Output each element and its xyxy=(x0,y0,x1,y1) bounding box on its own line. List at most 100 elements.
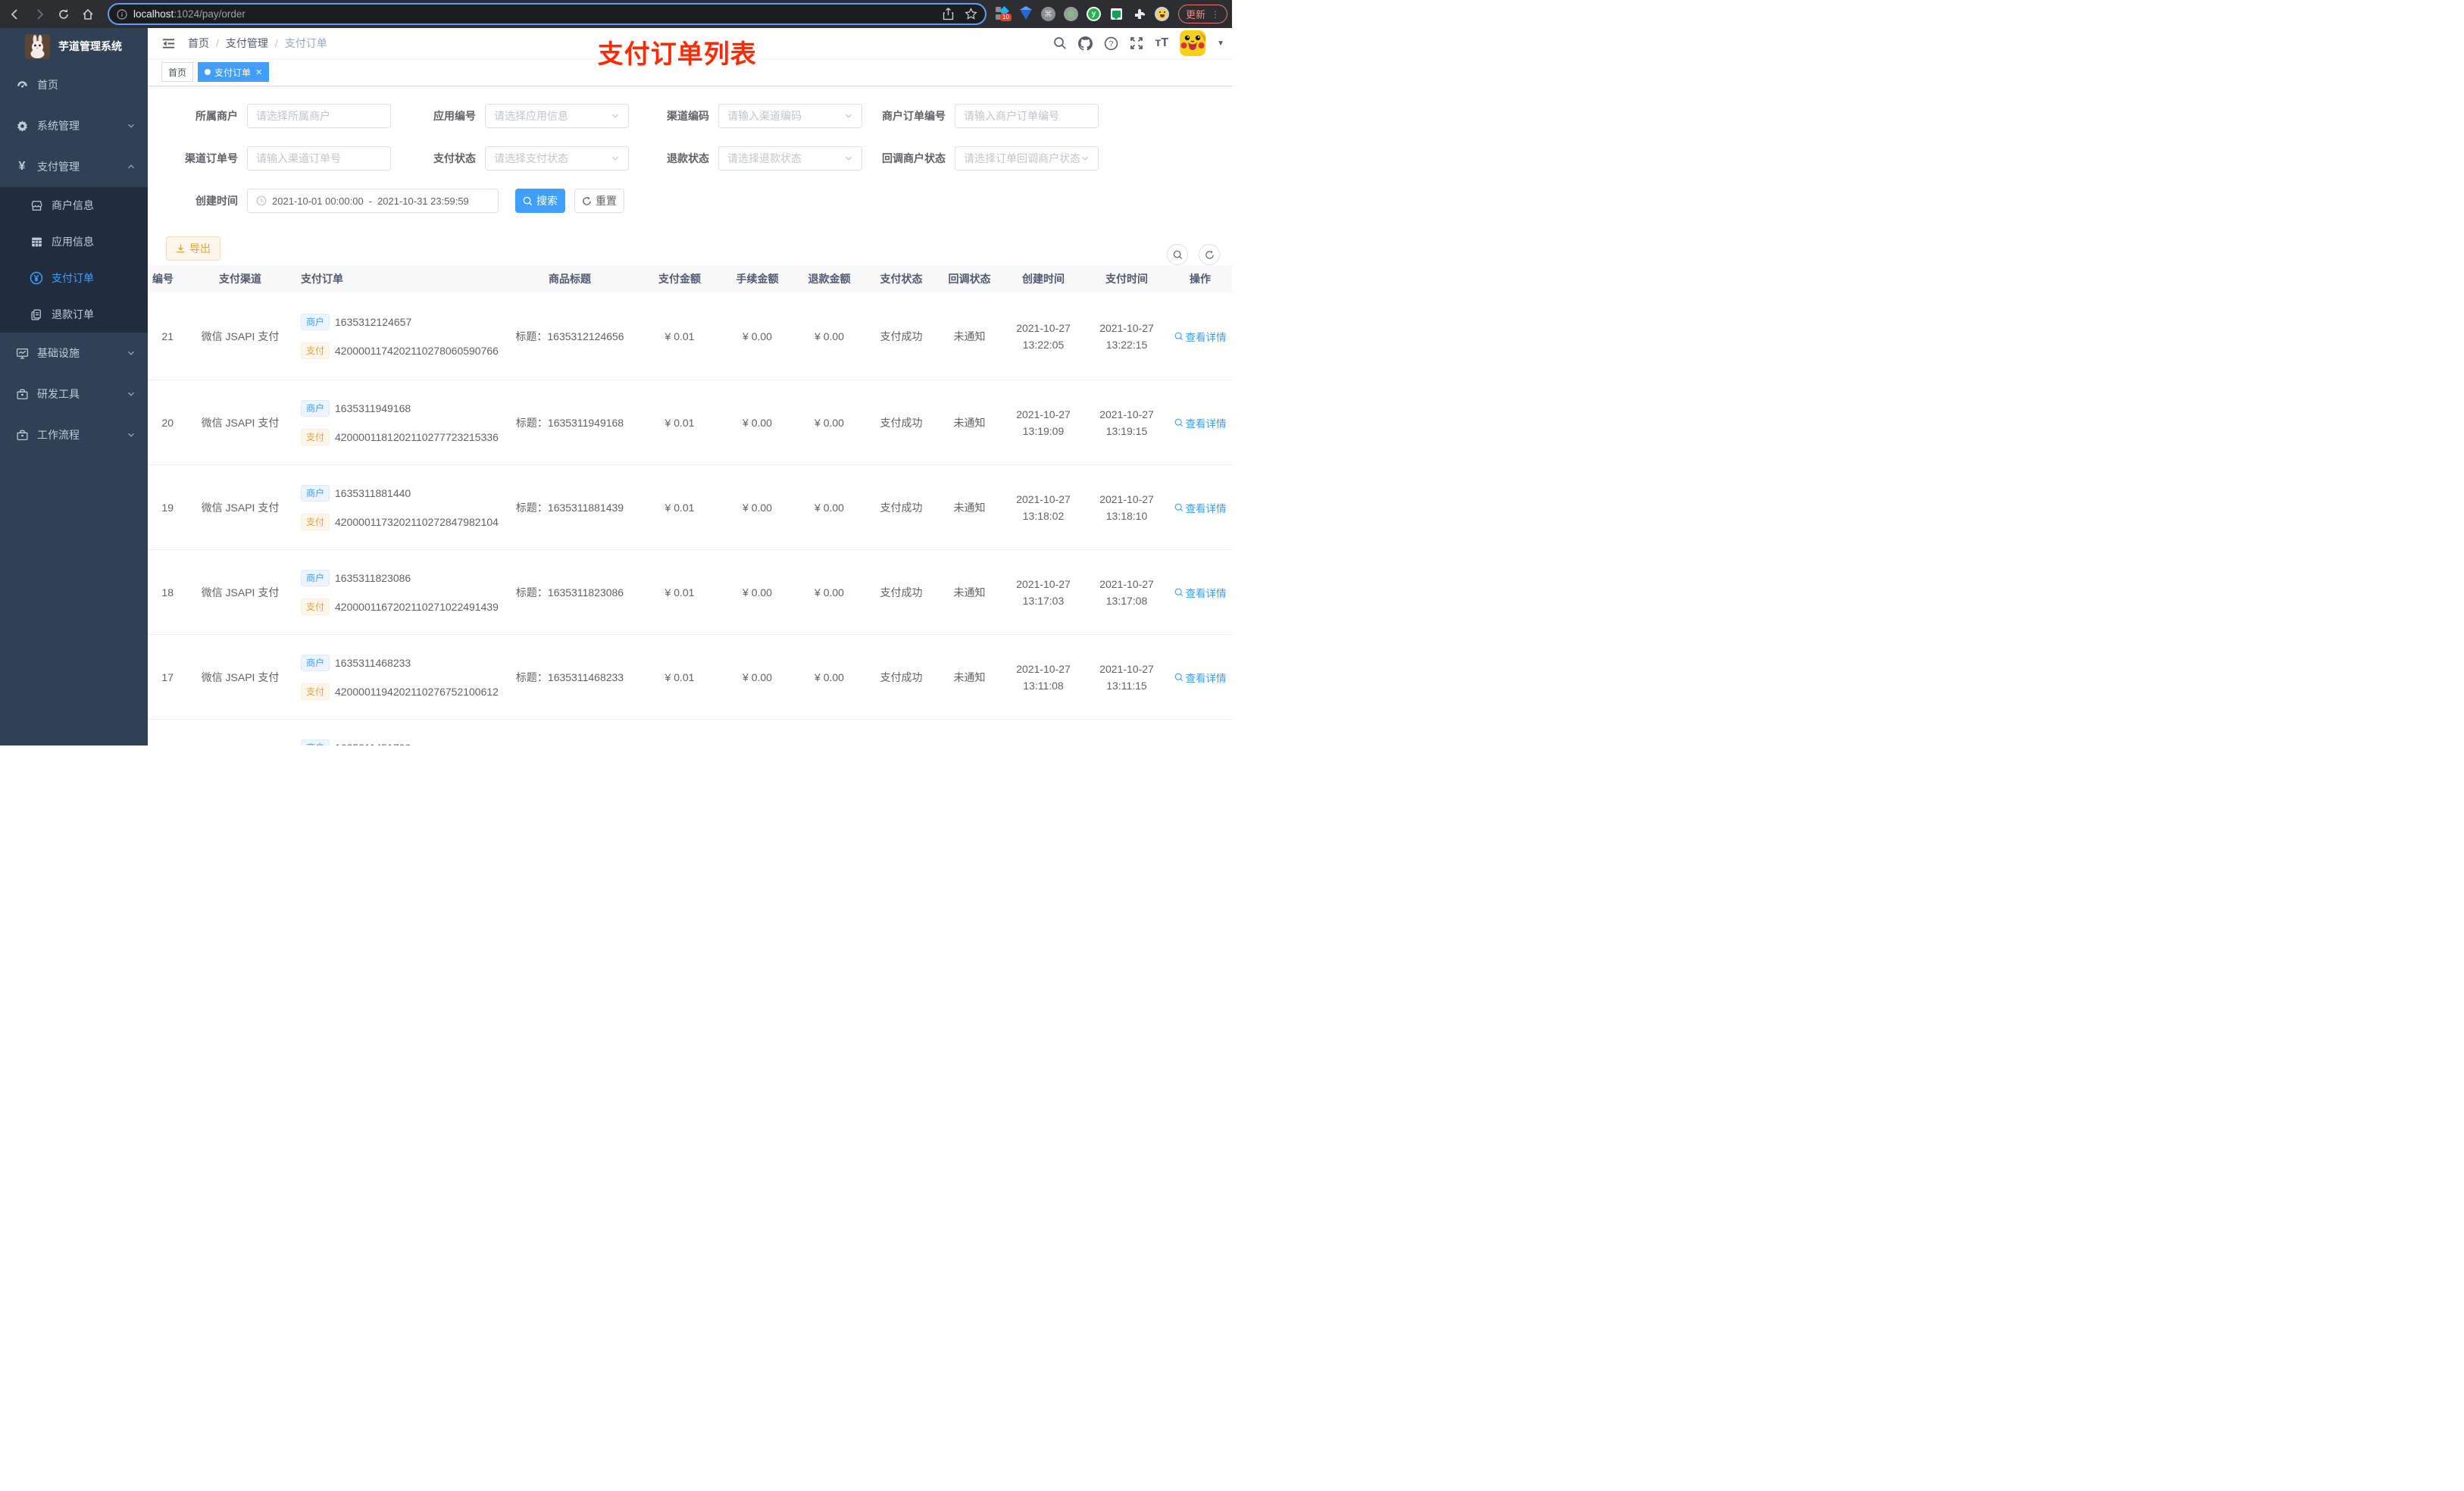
sidebar-item-label: 支付订单 xyxy=(52,272,94,284)
pay-tag: 支付 xyxy=(301,513,330,530)
chrome-update-menu[interactable]: 更新 ⋮ xyxy=(1178,5,1228,23)
header-actions: ? тT ▼ xyxy=(1053,30,1232,56)
toggle-search-button[interactable] xyxy=(1167,244,1188,265)
sidebar-item-label: 系统管理 xyxy=(37,120,80,132)
table-header-row: 编号 支付渠道 支付订单 商品标题 支付金额 手续金额 退款金额 支付状态 回调… xyxy=(148,265,1232,292)
sidebar: 芋道管理系统 首页 系统管理 ¥ 支付管理 商户信息 应用信息 支付订单 退款订… xyxy=(0,28,148,746)
export-button[interactable]: 导出 xyxy=(166,236,220,261)
pay-submenu: 商户信息 应用信息 支付订单 退款订单 xyxy=(0,187,148,333)
view-detail-link[interactable]: 查看详情 xyxy=(1174,670,1227,685)
refresh-button[interactable] xyxy=(1199,244,1220,265)
sidebar-item-label: 应用信息 xyxy=(52,236,94,248)
reset-button[interactable]: 重置 xyxy=(574,189,624,213)
orders-table: 编号 支付渠道 支付订单 商品标题 支付金额 手续金额 退款金额 支付状态 回调… xyxy=(148,265,1232,746)
table-row: 20 微信 JSAPI 支付 商户 1635311949168 支付 4200001… xyxy=(148,380,1232,465)
kebab-menu-icon: ⋮ xyxy=(1211,8,1221,20)
sidebar-item-system[interactable]: 系统管理 xyxy=(0,105,148,146)
close-icon[interactable]: ✕ xyxy=(255,67,262,77)
extension-emoji-icon[interactable] xyxy=(1155,7,1169,21)
extension-y-icon[interactable]: y xyxy=(1087,7,1101,21)
active-dot xyxy=(205,69,211,75)
view-detail-link[interactable]: 查看详情 xyxy=(1174,415,1227,430)
chevron-down-icon xyxy=(127,389,136,399)
view-detail-link[interactable]: 查看详情 xyxy=(1174,329,1227,344)
sidebar-item-pay[interactable]: ¥ 支付管理 xyxy=(0,146,148,187)
extension-gem-icon[interactable] xyxy=(1018,5,1033,21)
logo-rabbit-image xyxy=(25,33,50,59)
sidebar-item-devtools[interactable]: 研发工具 xyxy=(0,374,148,414)
sidebar-item-label: 工作流程 xyxy=(37,429,80,441)
channel-order-no-input[interactable]: 请输入渠道订单号 xyxy=(247,146,391,170)
caret-down-icon[interactable]: ▼ xyxy=(1217,39,1224,48)
table-row: 17 微信 JSAPI 支付 商户 1635311468233 支付 4200001… xyxy=(148,635,1232,720)
tag-pay-order[interactable]: 支付订单 ✕ xyxy=(198,62,270,82)
browser-window: localhost:1024/pay/order 10 ⌘ y 更新 ⋮ 芋道管… xyxy=(0,0,1232,746)
github-icon[interactable] xyxy=(1078,36,1093,51)
share-icon[interactable] xyxy=(943,8,954,20)
shop-icon xyxy=(30,199,43,212)
update-label: 更新 xyxy=(1186,9,1206,20)
help-icon[interactable]: ? xyxy=(1104,36,1118,51)
sidebar-item-pay-order[interactable]: 支付订单 xyxy=(0,260,148,296)
table-row: 19 微信 JSAPI 支付 商户 1635311881440 支付 4200001… xyxy=(148,465,1232,550)
tag-home[interactable]: 首页 xyxy=(161,62,194,82)
view-detail-link[interactable]: 查看详情 xyxy=(1174,500,1227,515)
yen-circle-icon xyxy=(30,271,43,285)
extensions-puzzle-icon[interactable] xyxy=(1132,7,1146,21)
merchant-tag: 商户 xyxy=(301,484,330,502)
yen-icon: ¥ xyxy=(18,160,26,173)
extension-command-icon[interactable]: ⌘ xyxy=(1041,7,1055,21)
site-info-icon[interactable] xyxy=(117,8,127,20)
sidebar-item-merchant-info[interactable]: 商户信息 xyxy=(0,187,148,223)
table-row: 18 微信 JSAPI 支付 商户 1635311823086 支付 4200001… xyxy=(148,550,1232,635)
breadcrumb-home[interactable]: 首页 xyxy=(188,36,209,51)
toolbox-icon xyxy=(15,429,29,442)
sidebar-item-workflow[interactable]: 工作流程 xyxy=(0,414,148,455)
chevron-down-icon xyxy=(127,430,136,439)
view-detail-link[interactable]: 查看详情 xyxy=(1174,585,1227,600)
filter-merchant-order-no: 商户订单编号 请输入商户订单编号 xyxy=(860,104,1099,128)
pay-status-select[interactable]: 请选择支付状态 xyxy=(485,146,629,170)
filter-channel-code: 渠道编码 请输入渠道编码 xyxy=(635,104,862,128)
merchant-order-no-input[interactable]: 请输入商户订单编号 xyxy=(955,104,1099,128)
url-text: localhost:1024/pay/order xyxy=(133,8,245,20)
pay-tag: 支付 xyxy=(301,598,330,615)
url-bar[interactable]: localhost:1024/pay/order xyxy=(108,3,987,25)
sidebar-item-home[interactable]: 首页 xyxy=(0,64,148,105)
grid-icon xyxy=(30,236,43,248)
sidebar-item-infra[interactable]: 基础设施 xyxy=(0,333,148,374)
extension-chat-icon[interactable] xyxy=(1109,7,1124,21)
reload-button[interactable] xyxy=(55,5,73,23)
back-button[interactable] xyxy=(6,5,24,23)
bookmark-star-icon[interactable] xyxy=(965,8,977,20)
monitor-icon xyxy=(15,347,29,360)
sidebar-item-label: 退款订单 xyxy=(52,308,94,320)
search-button[interactable]: 搜索 xyxy=(515,189,565,213)
breadcrumb-pay: 支付管理 xyxy=(225,37,268,49)
fullscreen-icon[interactable] xyxy=(1130,36,1143,50)
app-select[interactable]: 请选择应用信息 xyxy=(485,104,629,128)
chevron-up-icon xyxy=(127,162,136,171)
filter-channel-order-no: 渠道订单号 请输入渠道订单号 xyxy=(155,146,391,170)
notify-status-select[interactable]: 请选择订单回调商户状态 xyxy=(955,146,1099,170)
merchant-tag: 商户 xyxy=(301,654,330,671)
extension-tabs-icon[interactable]: 10 xyxy=(996,6,1012,21)
sidebar-item-label: 支付管理 xyxy=(37,161,80,173)
sidebar-item-app-info[interactable]: 应用信息 xyxy=(0,223,148,260)
sidebar-item-refund-order[interactable]: 退款订单 xyxy=(0,296,148,333)
merchant-input[interactable]: 请选择所属商户 xyxy=(247,104,391,128)
filter-merchant: 所属商户 请选择所属商户 xyxy=(155,104,391,128)
sidebar-toggle-icon[interactable] xyxy=(161,37,176,50)
forward-button[interactable] xyxy=(30,5,48,23)
search-icon[interactable] xyxy=(1053,36,1067,50)
font-size-icon[interactable]: тT xyxy=(1155,36,1168,50)
channel-code-select[interactable]: 请输入渠道编码 xyxy=(718,104,862,128)
pay-tag: 支付 xyxy=(301,428,330,445)
extension-dot-icon[interactable] xyxy=(1064,7,1078,21)
home-button[interactable] xyxy=(79,5,97,23)
date-range-input[interactable]: 2021-10-01 00:00:00 - 2021-10-31 23:59:5… xyxy=(247,189,499,213)
filter-refund-status: 退款状态 请选择退款状态 xyxy=(635,146,862,170)
main-content: 首页 / 支付管理 / 支付订单 支付订单列表 ? тT ▼ 首页 支付订单 ✕… xyxy=(148,28,1232,746)
avatar[interactable] xyxy=(1180,30,1206,56)
refund-status-select[interactable]: 请选择退款状态 xyxy=(718,146,862,170)
